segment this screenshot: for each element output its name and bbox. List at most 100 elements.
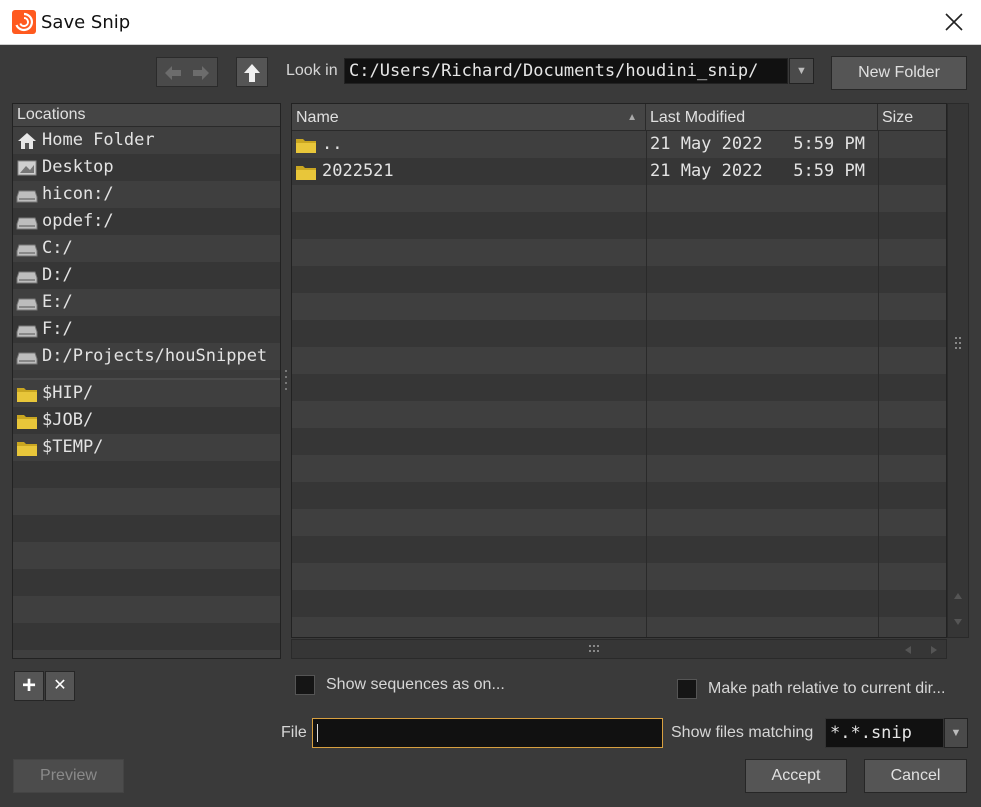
location-label: D:/	[42, 265, 73, 285]
file-label: File	[281, 724, 307, 741]
file-name-input[interactable]	[312, 718, 663, 748]
location-item-d[interactable]: D:/	[13, 262, 280, 289]
location-label: C:/	[42, 238, 73, 258]
drive-icon	[16, 325, 38, 338]
empty-row	[13, 542, 280, 569]
file-row[interactable]: 2022521 21 May 2022 5:59 PM	[292, 158, 946, 185]
empty-row	[292, 239, 946, 266]
plus-icon: +	[21, 672, 36, 699]
vertical-scrollbar[interactable]	[947, 103, 969, 638]
empty-row	[292, 347, 946, 374]
up-arrow-icon	[244, 64, 260, 82]
drive-icon	[16, 190, 38, 203]
right-arrow-icon[interactable]	[191, 64, 211, 82]
location-item-c[interactable]: C:/	[13, 235, 280, 262]
location-label: Home Folder	[42, 130, 155, 150]
locations-header: Locations	[13, 104, 280, 127]
desktop-icon	[17, 160, 37, 176]
empty-row	[292, 320, 946, 347]
bookmark-label: $HIP/	[42, 383, 94, 403]
back-forward-group	[156, 57, 218, 87]
show-sequences-checkbox[interactable]	[295, 675, 315, 695]
add-location-button[interactable]: +	[14, 671, 44, 701]
bookmark-item-job[interactable]: $JOB/	[13, 407, 280, 434]
make-relative-checkbox[interactable]	[677, 679, 697, 699]
column-header-modified[interactable]: Last Modified	[646, 104, 878, 131]
show-sequences-label: Show sequences as on...	[326, 676, 505, 693]
empty-row	[292, 185, 946, 212]
location-item-f[interactable]: F:/	[13, 316, 280, 343]
show-files-matching-label: Show files matching	[671, 724, 814, 741]
empty-row	[13, 569, 280, 596]
location-label: E:/	[42, 292, 73, 312]
column-header-name[interactable]: Name ▲	[292, 104, 646, 131]
folder-icon	[296, 166, 316, 180]
file-modified: 21 May 2022 5:59 PM	[650, 134, 865, 154]
file-name: 2022521	[322, 161, 394, 181]
empty-row	[13, 461, 280, 488]
empty-row	[292, 590, 946, 617]
grip-icon	[589, 645, 599, 652]
empty-row	[292, 563, 946, 590]
scroll-down-icon[interactable]	[953, 618, 963, 626]
empty-row	[13, 623, 280, 650]
folder-icon	[17, 388, 37, 402]
new-folder-button[interactable]: New Folder	[831, 56, 967, 90]
empty-row	[292, 509, 946, 536]
bookmark-label: $JOB/	[42, 410, 94, 430]
sort-ascending-icon: ▲	[627, 112, 637, 123]
scroll-right-icon[interactable]	[930, 645, 938, 655]
file-row[interactable]: .. 21 May 2022 5:59 PM	[292, 131, 946, 158]
left-arrow-icon[interactable]	[163, 64, 183, 82]
file-list: Name ▲ Last Modified Size .. 21 May 2022…	[291, 103, 947, 638]
empty-row	[292, 266, 946, 293]
column-label: Name	[296, 109, 339, 126]
empty-row	[13, 515, 280, 542]
close-icon[interactable]	[943, 11, 965, 33]
column-divider	[646, 131, 647, 637]
panel-splitter[interactable]	[283, 103, 289, 659]
accept-button[interactable]: Accept	[745, 759, 847, 793]
file-filter-field[interactable]: *.*.snip	[825, 718, 944, 748]
bookmark-item-hip[interactable]: $HIP/	[13, 380, 280, 407]
file-name: ..	[322, 134, 343, 154]
bookmark-label: $TEMP/	[42, 437, 104, 457]
up-folder-button[interactable]	[236, 57, 268, 87]
look-in-path-field[interactable]: C:/Users/Richard/Documents/houdini_snip/	[344, 58, 788, 84]
folder-icon	[17, 415, 37, 429]
look-in-label: Look in	[286, 62, 338, 79]
location-item-desktop[interactable]: Desktop	[13, 154, 280, 181]
scroll-left-icon[interactable]	[904, 645, 912, 655]
text-caret	[317, 724, 318, 742]
drive-icon	[16, 217, 38, 230]
remove-location-button[interactable]: ✕	[45, 671, 75, 701]
location-label: hicon:/	[42, 184, 114, 204]
location-item-hicon[interactable]: hicon:/	[13, 181, 280, 208]
location-label: F:/	[42, 319, 73, 339]
cancel-button[interactable]: Cancel	[864, 759, 967, 793]
scroll-up-icon[interactable]	[953, 592, 963, 600]
drive-icon	[16, 298, 38, 311]
folder-icon	[296, 139, 316, 153]
file-modified: 21 May 2022 5:59 PM	[650, 161, 865, 181]
column-header-size[interactable]: Size	[878, 104, 946, 131]
home-icon	[18, 133, 36, 149]
location-item-projects[interactable]: D:/Projects/houSnippet	[13, 343, 280, 370]
preview-button[interactable]: Preview	[13, 759, 124, 793]
make-relative-label: Make path relative to current dir...	[708, 680, 946, 697]
empty-row	[292, 293, 946, 320]
drive-icon	[16, 271, 38, 284]
bookmark-item-temp[interactable]: $TEMP/	[13, 434, 280, 461]
chevron-down-icon[interactable]: ▼	[789, 58, 814, 84]
location-item-e[interactable]: E:/	[13, 289, 280, 316]
location-item-opdef[interactable]: opdef:/	[13, 208, 280, 235]
chevron-down-icon[interactable]: ▼	[944, 718, 968, 748]
horizontal-scrollbar[interactable]	[291, 639, 947, 659]
location-label: Desktop	[42, 157, 114, 177]
location-item-home[interactable]: Home Folder	[13, 127, 280, 154]
location-label: opdef:/	[42, 211, 114, 231]
empty-row	[13, 488, 280, 515]
locations-panel: Locations Home Folder Desktop hicon:/ op…	[12, 103, 281, 659]
remove-icon: ✕	[53, 677, 67, 694]
locations-divider	[13, 370, 280, 380]
